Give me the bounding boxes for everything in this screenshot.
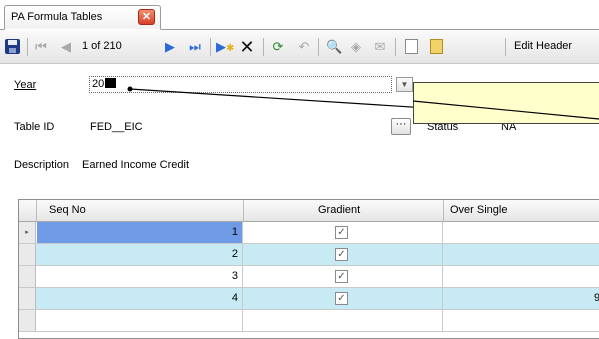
gradient-cell: ✓ <box>243 288 443 309</box>
current-row-indicator-icon: ▸ <box>19 222 36 243</box>
column-separator <box>443 200 444 222</box>
row-selector[interactable] <box>19 266 36 287</box>
column-header-seq-no[interactable]: Seq No <box>49 204 86 216</box>
gradient-cell <box>243 310 443 331</box>
gradient-cell: ✓ <box>243 222 443 243</box>
column-separator <box>36 200 37 222</box>
seq-no-cell[interactable]: 2 <box>37 244 243 265</box>
column-separator <box>243 200 244 222</box>
seq-no-cell[interactable]: 1 <box>37 222 243 243</box>
row-selector[interactable] <box>19 310 36 331</box>
gradient-checkbox[interactable]: ✓ <box>335 226 348 239</box>
row-selector[interactable] <box>19 288 36 309</box>
gradient-cell: ✓ <box>243 244 443 265</box>
seq-no-cell[interactable]: 3 <box>37 266 243 287</box>
tab-title: PA Formula Tables <box>11 11 103 23</box>
gradient-cell: ✓ <box>243 266 443 287</box>
over-single-value: 9 <box>594 292 599 304</box>
row-selector[interactable] <box>19 244 36 265</box>
gradient-checkbox[interactable]: ✓ <box>335 292 348 305</box>
close-tab-icon[interactable]: ✕ <box>138 9 155 25</box>
seq-no-cell[interactable] <box>37 310 243 331</box>
gradient-checkbox[interactable]: ✓ <box>335 248 348 261</box>
table-row[interactable]: ▸ 1 ✓ <box>19 222 599 244</box>
table-row[interactable]: 4 ✓ 9 <box>19 288 599 310</box>
tab-pa-formula-tables[interactable]: PA Formula Tables ✕ <box>4 5 161 30</box>
table-row[interactable]: 3 ✓ <box>19 266 599 288</box>
seq-no-cell[interactable]: 4 <box>37 288 243 309</box>
table-row[interactable]: 2 ✓ <box>19 244 599 266</box>
column-header-over-single[interactable]: Over Single <box>450 204 507 216</box>
seq-table: Seq No Gradient Over Single ▸ 1 ✓ 2 ✓ 3 … <box>18 199 599 339</box>
gradient-checkbox[interactable]: ✓ <box>335 270 348 283</box>
table-row[interactable] <box>19 310 599 332</box>
column-header-gradient[interactable]: Gradient <box>318 204 360 216</box>
table-header: Seq No Gradient Over Single <box>19 200 599 222</box>
